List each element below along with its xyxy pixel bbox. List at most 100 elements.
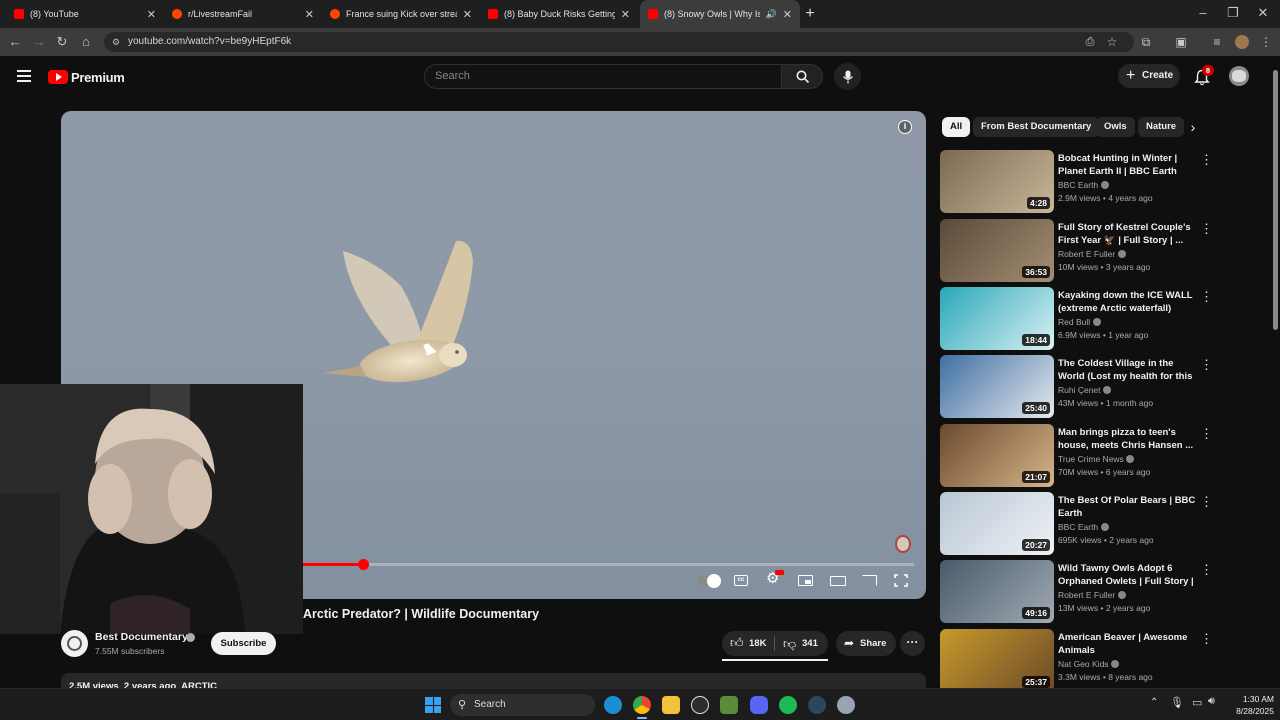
- chip-from-best-documentary[interactable]: From Best Documentary: [973, 117, 1100, 137]
- autoplay-toggle[interactable]: [697, 574, 721, 588]
- video-thumbnail[interactable]: 36:53: [940, 219, 1054, 282]
- recommended-video-title[interactable]: Bobcat Hunting in Winter | Planet Earth …: [1058, 152, 1198, 178]
- recommended-video[interactable]: 49:16 Wild Tawny Owls Adopt 6 Orphaned Ow…: [940, 560, 1220, 624]
- edge-browser-icon[interactable]: [604, 696, 622, 714]
- info-icon[interactable]: i: [898, 120, 912, 134]
- more-options-icon[interactable]: ⋮: [1200, 562, 1213, 578]
- captions-icon[interactable]: cc: [734, 575, 748, 586]
- video-thumbnail[interactable]: 25:37: [940, 629, 1054, 692]
- browser-tab[interactable]: (8) YouTube ✕: [6, 0, 164, 28]
- recommended-video[interactable]: 4:28 Bobcat Hunting in Winter | Planet Ea…: [940, 150, 1220, 214]
- channel-avatar[interactable]: [61, 630, 88, 657]
- home-icon[interactable]: ⌂: [77, 33, 95, 51]
- notifications-button[interactable]: 8: [1192, 65, 1214, 87]
- taskbar-clock[interactable]: 1:30 AM 8/28/2025: [1222, 694, 1274, 716]
- volume-tray-icon[interactable]: 🔊︎: [1208, 695, 1215, 708]
- video-thumbnail[interactable]: 49:16: [940, 560, 1054, 623]
- share-button[interactable]: ➦ Share: [836, 631, 896, 656]
- cast-icon[interactable]: [862, 575, 877, 586]
- speaker-icon[interactable]: 🔊: [766, 9, 777, 20]
- youtube-logo[interactable]: Premium: [48, 68, 125, 86]
- recommended-video[interactable]: 18:44 Kayaking down the ICE WALL (extreme…: [940, 287, 1220, 351]
- recommended-video-title[interactable]: Wild Tawny Owls Adopt 6 Orphaned Owlets …: [1058, 562, 1198, 588]
- more-options-icon[interactable]: ⋮: [1200, 357, 1213, 373]
- recommended-video[interactable]: 20:27 The Best Of Polar Bears | BBC Earth…: [940, 492, 1220, 556]
- browser-tab[interactable]: r/LivestreamFail ✕: [164, 0, 322, 28]
- hamburger-menu-icon[interactable]: [17, 70, 31, 82]
- new-tab-icon[interactable]: +: [801, 5, 819, 23]
- search-button[interactable]: [781, 64, 823, 89]
- windows-start-icon[interactable]: [425, 697, 441, 713]
- microphone-tray-icon[interactable]: 🎙︎: [1170, 696, 1184, 709]
- miniplayer-icon[interactable]: [798, 575, 813, 586]
- recommended-video[interactable]: 25:37 American Beaver | Awesome Animals Na…: [940, 629, 1220, 693]
- subscribe-button[interactable]: Subscribe: [211, 632, 276, 655]
- recommended-video-title[interactable]: Full Story of Kestrel Couple's First Yea…: [1058, 221, 1198, 247]
- recommended-channel-name[interactable]: Nat Geo Kids: [1058, 659, 1119, 669]
- recommended-video[interactable]: 36:53 Full Story of Kestrel Couple's Firs…: [940, 219, 1220, 283]
- scrollbar-thumb[interactable]: [1273, 70, 1278, 330]
- site-info-icon[interactable]: ⚙: [112, 32, 120, 52]
- recommended-video-title[interactable]: Kayaking down the ICE WALL (extreme Arct…: [1058, 289, 1198, 315]
- recommended-video[interactable]: 25:40 The Coldest Village in the World (L…: [940, 355, 1220, 419]
- chip-all[interactable]: All: [942, 117, 971, 137]
- video-thumbnail[interactable]: 20:27: [940, 492, 1054, 555]
- more-options-icon[interactable]: ⋮: [1200, 289, 1213, 305]
- recommended-channel-name[interactable]: Ruhi Çenet: [1058, 385, 1111, 395]
- voice-search-button[interactable]: [834, 63, 861, 90]
- theater-mode-icon[interactable]: [830, 576, 846, 586]
- video-thumbnail[interactable]: 25:40: [940, 355, 1054, 418]
- channel-name[interactable]: Best Documentary: [95, 631, 188, 643]
- close-tab-icon[interactable]: ✕: [783, 8, 792, 21]
- browser-menu-icon[interactable]: ⋮: [1257, 33, 1275, 51]
- more-options-icon[interactable]: ⋮: [1200, 494, 1213, 510]
- chip-owls[interactable]: Owls: [1096, 117, 1135, 137]
- more-options-icon[interactable]: ⋮: [1200, 631, 1213, 647]
- recommended-video[interactable]: 21:07 Man brings pizza to teen's house, m…: [940, 424, 1220, 488]
- chrome-browser-icon[interactable]: [633, 696, 651, 714]
- recommended-channel-name[interactable]: Robert E Fuller: [1058, 249, 1126, 259]
- recommended-channel-name[interactable]: True Crime News: [1058, 454, 1135, 464]
- browser-tab-active[interactable]: (8) Snowy Owls | Why Is It The 🔊 ✕: [640, 0, 800, 28]
- extensions-icon[interactable]: ⧉: [1137, 33, 1155, 51]
- minimize-icon[interactable]: –: [1194, 4, 1212, 22]
- sidebar-icon[interactable]: ▣: [1172, 33, 1190, 51]
- chip-nature[interactable]: Nature: [1138, 117, 1184, 137]
- install-app-icon[interactable]: ⎙: [1081, 33, 1099, 51]
- more-actions-button[interactable]: ···: [900, 631, 925, 656]
- forward-icon[interactable]: →: [30, 33, 48, 51]
- chatgpt-app-icon[interactable]: [691, 696, 709, 714]
- spotify-app-icon[interactable]: [779, 696, 797, 714]
- file-explorer-icon[interactable]: [662, 696, 680, 714]
- taskbar-search-box[interactable]: ⚲ Search: [450, 694, 595, 716]
- video-thumbnail[interactable]: 4:28: [940, 150, 1054, 213]
- search-input[interactable]: Search: [424, 64, 782, 89]
- close-tab-icon[interactable]: ✕: [463, 8, 472, 21]
- page-scrollbar[interactable]: [1271, 60, 1280, 688]
- network-tray-icon[interactable]: ▭: [1192, 696, 1202, 709]
- fullscreen-icon[interactable]: [894, 574, 908, 587]
- restore-icon[interactable]: ❐: [1224, 4, 1242, 22]
- close-tab-icon[interactable]: ✕: [305, 8, 314, 21]
- recommended-channel-name[interactable]: Robert E Fuller: [1058, 590, 1126, 600]
- chips-next-chevron-icon[interactable]: ›: [1184, 117, 1202, 137]
- channel-watermark-icon[interactable]: [895, 535, 911, 553]
- more-options-icon[interactable]: ⋮: [1200, 221, 1213, 237]
- settings-app-icon[interactable]: [837, 696, 855, 714]
- account-avatar[interactable]: [1229, 66, 1249, 86]
- profile-avatar[interactable]: [1235, 35, 1249, 49]
- recommended-video-title[interactable]: Man brings pizza to teen's house, meets …: [1058, 426, 1198, 452]
- recommended-channel-name[interactable]: Red Bull: [1058, 317, 1101, 327]
- browser-tab[interactable]: France suing Kick over streamer death ✕: [322, 0, 480, 28]
- address-bar[interactable]: ⚙ youtube.com/watch?v=be9yHEptF6k: [104, 32, 1134, 52]
- dislike-button[interactable]: 👎︎ 341: [775, 631, 828, 656]
- like-button[interactable]: 👍︎ 18K: [722, 631, 774, 656]
- close-tab-icon[interactable]: ✕: [147, 8, 156, 21]
- create-button[interactable]: + Create: [1118, 64, 1180, 88]
- tray-overflow-chevron-icon[interactable]: ⌃: [1150, 697, 1158, 708]
- steam-app-icon[interactable]: [808, 696, 826, 714]
- media-control-icon[interactable]: ≡: [1208, 33, 1226, 51]
- recommended-channel-name[interactable]: BBC Earth: [1058, 180, 1109, 190]
- more-options-icon[interactable]: ⋮: [1200, 152, 1213, 168]
- recommended-video-title[interactable]: American Beaver | Awesome Animals: [1058, 631, 1198, 657]
